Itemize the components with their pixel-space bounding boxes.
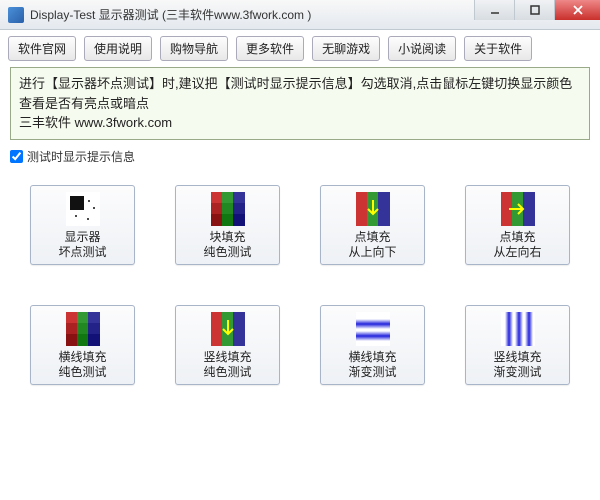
show-tips-checkbox[interactable]: 测试时显示提示信息 xyxy=(10,148,590,165)
close-icon xyxy=(572,4,584,16)
test-vline-solid-button[interactable]: 竖线填充纯色测试 xyxy=(175,305,280,385)
deadpixel-icon xyxy=(66,192,100,226)
test-hline-solid-button[interactable]: 横线填充纯色测试 xyxy=(30,305,135,385)
info-line-1: 进行【显示器坏点测试】时,建议把【测试时显示提示信息】勾选取消,点击鼠标左键切换… xyxy=(19,74,581,113)
test-label: 横线填充纯色测试 xyxy=(58,350,106,380)
maximize-icon xyxy=(529,4,541,16)
test-block-solid-button[interactable]: 块填充纯色测试 xyxy=(175,185,280,265)
block-solid-icon xyxy=(211,192,245,226)
point-topdown-icon xyxy=(356,192,390,226)
more-software-button[interactable]: 更多软件 xyxy=(236,36,304,61)
test-label: 竖线填充纯色测试 xyxy=(203,350,251,380)
window-title: Display-Test 显示器测试 (三丰软件www.3fwork.com ) xyxy=(30,6,311,23)
test-label: 点填充从左向右 xyxy=(493,230,541,260)
maximize-button[interactable] xyxy=(514,0,554,20)
show-tips-input[interactable] xyxy=(10,150,23,163)
test-point-topdown-button[interactable]: 点填充从上向下 xyxy=(320,185,425,265)
shopping-button[interactable]: 购物导航 xyxy=(160,36,228,61)
hline-solid-icon xyxy=(66,312,100,346)
point-leftright-icon xyxy=(501,192,535,226)
test-vline-gradient-button[interactable]: 竖线填充渐变测试 xyxy=(465,305,570,385)
show-tips-label: 测试时显示提示信息 xyxy=(27,148,135,165)
test-label: 显示器坏点测试 xyxy=(58,230,106,260)
test-label: 块填充纯色测试 xyxy=(203,230,251,260)
about-button[interactable]: 关于软件 xyxy=(464,36,532,61)
titlebar: Display-Test 显示器测试 (三丰软件www.3fwork.com ) xyxy=(0,0,600,30)
help-button[interactable]: 使用说明 xyxy=(84,36,152,61)
info-box: 进行【显示器坏点测试】时,建议把【测试时显示提示信息】勾选取消,点击鼠标左键切换… xyxy=(10,67,590,140)
hline-gradient-icon xyxy=(356,312,390,346)
app-icon xyxy=(8,7,24,23)
test-deadpixel-button[interactable]: 显示器坏点测试 xyxy=(30,185,135,265)
vline-solid-icon xyxy=(211,312,245,346)
test-label: 点填充从上向下 xyxy=(348,230,396,260)
minimize-button[interactable] xyxy=(474,0,514,20)
novel-button[interactable]: 小说阅读 xyxy=(388,36,456,61)
test-hline-gradient-button[interactable]: 横线填充渐变测试 xyxy=(320,305,425,385)
vline-gradient-icon xyxy=(501,312,535,346)
test-grid: 显示器坏点测试 块填充纯色测试 点填充从上向下 点填充从左向右 横线填充纯色测试 xyxy=(0,175,600,405)
window-controls xyxy=(474,0,600,20)
website-button[interactable]: 软件官网 xyxy=(8,36,76,61)
info-line-2: 三丰软件 www.3fwork.com xyxy=(19,113,581,133)
test-label: 横线填充渐变测试 xyxy=(348,350,396,380)
toolbar: 软件官网 使用说明 购物导航 更多软件 无聊游戏 小说阅读 关于软件 xyxy=(0,30,600,67)
games-button[interactable]: 无聊游戏 xyxy=(312,36,380,61)
test-label: 竖线填充渐变测试 xyxy=(493,350,541,380)
minimize-icon xyxy=(489,4,501,16)
test-point-leftright-button[interactable]: 点填充从左向右 xyxy=(465,185,570,265)
close-button[interactable] xyxy=(554,0,600,20)
